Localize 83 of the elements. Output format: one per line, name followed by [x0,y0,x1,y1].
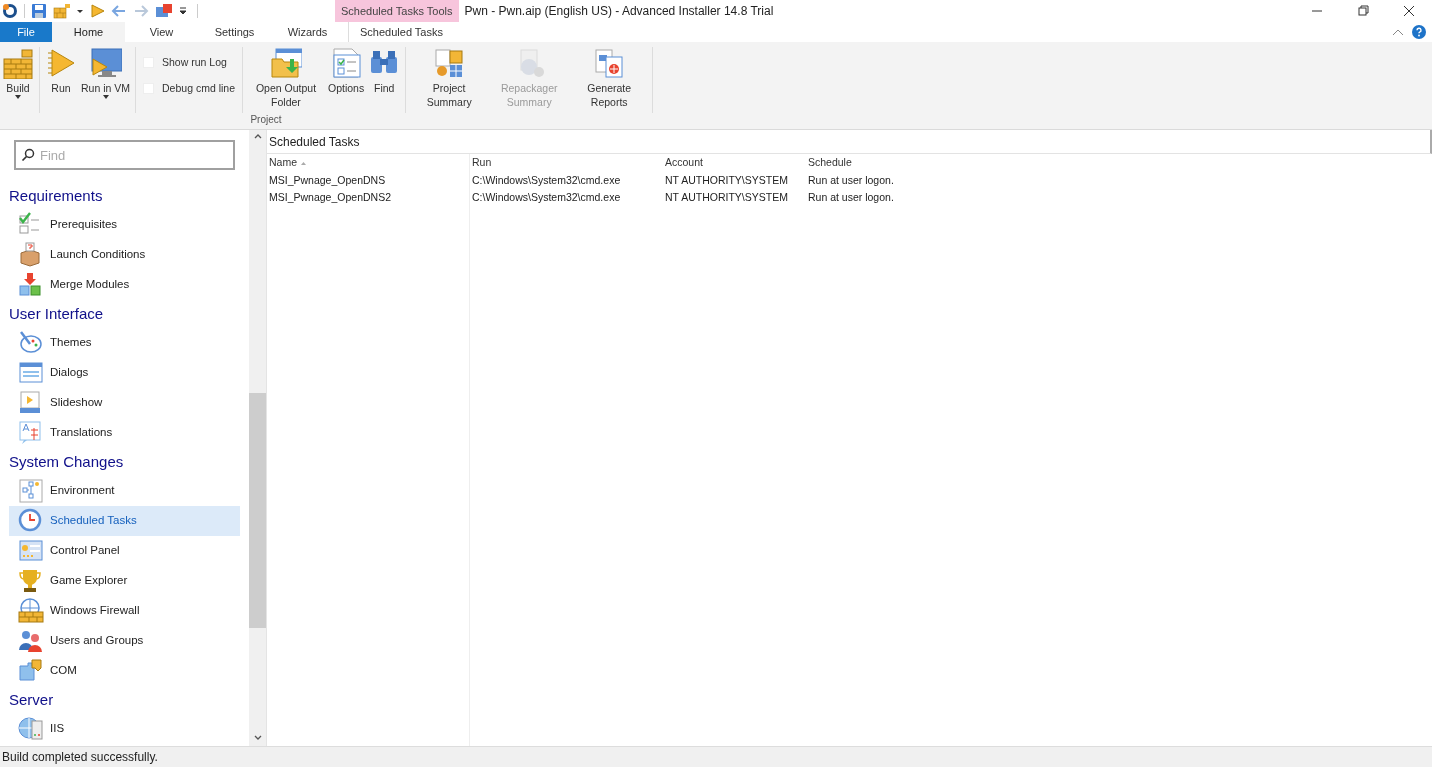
ribbon-tab[interactable]: Settings [198,22,271,42]
clock-icon [18,508,44,534]
sidebar-item[interactable]: Environment [9,476,240,506]
trophy-icon [18,568,44,594]
window-icon [18,360,44,386]
table-cell-text: NT AUTHORITY\SYSTEM [665,189,789,205]
checklist-icon [330,47,363,79]
translation-icon [18,420,44,446]
ribbon-button[interactable]: Options [326,47,367,95]
table-cell-text: C:\Windows\System32\cmd.exe [472,189,622,205]
table-cell-text: Run at user logon. [808,172,895,188]
panel-title: Scheduled Tasks [269,133,360,151]
ribbon-tab[interactable]: File [0,22,52,42]
column-header[interactable]: Account [665,155,808,171]
ribbon-button[interactable]: Project Summary [409,47,490,109]
ribbon-button[interactable]: Find [366,47,403,95]
bricks-icon [2,47,34,79]
ribbon-tab[interactable]: Home [52,22,125,42]
summary-icon [433,47,466,79]
palette-icon [18,330,44,356]
sidebar-item[interactable]: Game Explorer [9,566,240,596]
ribbon-button[interactable]: Build [0,47,36,100]
sidebar-item[interactable]: Scheduled Tasks [9,506,240,536]
sidebar-item[interactable]: Windows Firewall [9,596,240,626]
table-cell-text: NT AUTHORITY\SYSTEM [665,172,789,188]
sidebar-item[interactable]: Control Panel [9,536,240,566]
table-cell-text: MSI_Pwnage_OpenDNS2 [269,189,392,205]
play-icon [45,47,77,79]
diagram-icon [18,478,44,504]
help-icon[interactable] [1412,25,1426,39]
caret-icon [102,95,109,100]
ribbon-button[interactable]: Open Output Folder [246,47,326,109]
table-cell-text: C:\Windows\System32\cmd.exe [472,172,622,188]
section-heading: User Interface [9,303,105,324]
sidebar-item[interactable]: Dialogs [9,358,240,388]
save-icon[interactable] [31,3,47,19]
globe-wall-icon [18,598,44,624]
status-text: Build completed successfully. [2,749,158,766]
sort-icon [301,161,306,165]
section-heading: Server [9,689,55,710]
ribbon-group-label: Project [250,113,282,127]
sidebar-item[interactable]: Users and Groups [9,626,240,656]
scrollbar[interactable] [249,130,266,746]
folder-arrow-icon [270,47,302,79]
sidebar-item[interactable]: Themes [9,328,240,358]
puzzle-icon [18,658,44,684]
ribbon-tab[interactable]: View [125,22,198,42]
column-header[interactable]: Run [472,155,665,171]
column-header[interactable]: Schedule [808,155,968,171]
notification-icon[interactable] [155,3,173,19]
ribbon-button[interactable]: Generate Reports [569,47,650,109]
ribbon-tab[interactable]: Wizards [271,22,344,42]
merge-icon [18,272,44,298]
report-icon [593,47,626,79]
globe-server-icon [18,716,44,742]
column-header[interactable]: Name [269,155,472,171]
sidebar-item[interactable]: Merge Modules [9,270,240,300]
users-icon [18,628,44,654]
table-cell-text: MSI_Pwnage_OpenDNS [269,172,387,188]
sidebar-item[interactable]: Launch Conditions [9,240,240,270]
sidebar-item[interactable]: COM [9,656,240,686]
sidebar-item[interactable]: IIS [9,714,240,744]
ribbon-button[interactable]: Run [43,47,79,95]
search-icon [21,148,35,162]
panel-icon [18,538,44,564]
sidebar-item[interactable]: Prerequisites [9,210,240,240]
ribbon-button[interactable]: Run in VM [79,47,133,100]
caret-icon [15,95,21,100]
search-field[interactable]: Find [14,140,235,170]
section-heading: System Changes [9,451,125,472]
checkbox-option[interactable]: Debug cmd line [143,80,235,97]
sidebar-item[interactable]: Slideshow [9,388,240,418]
bricks-icon[interactable] [53,3,71,19]
contextual-tab-header: Scheduled Tasks Tools [335,0,459,22]
window-title: Pwn - Pwn.aip (English US) - Advanced Installer 14.8 Trial [464,3,774,20]
monitor-play-icon [89,47,122,79]
collapse-ribbon-icon[interactable] [1392,28,1404,36]
sidebar-item[interactable]: Translations [9,418,240,448]
table-cell-text: Run at user logon. [808,189,895,205]
checkbox-option[interactable]: Show run Log [143,55,235,71]
section-heading: Requirements [9,185,104,206]
back-arrow-icon[interactable] [111,3,127,19]
play-icon[interactable] [89,3,105,19]
